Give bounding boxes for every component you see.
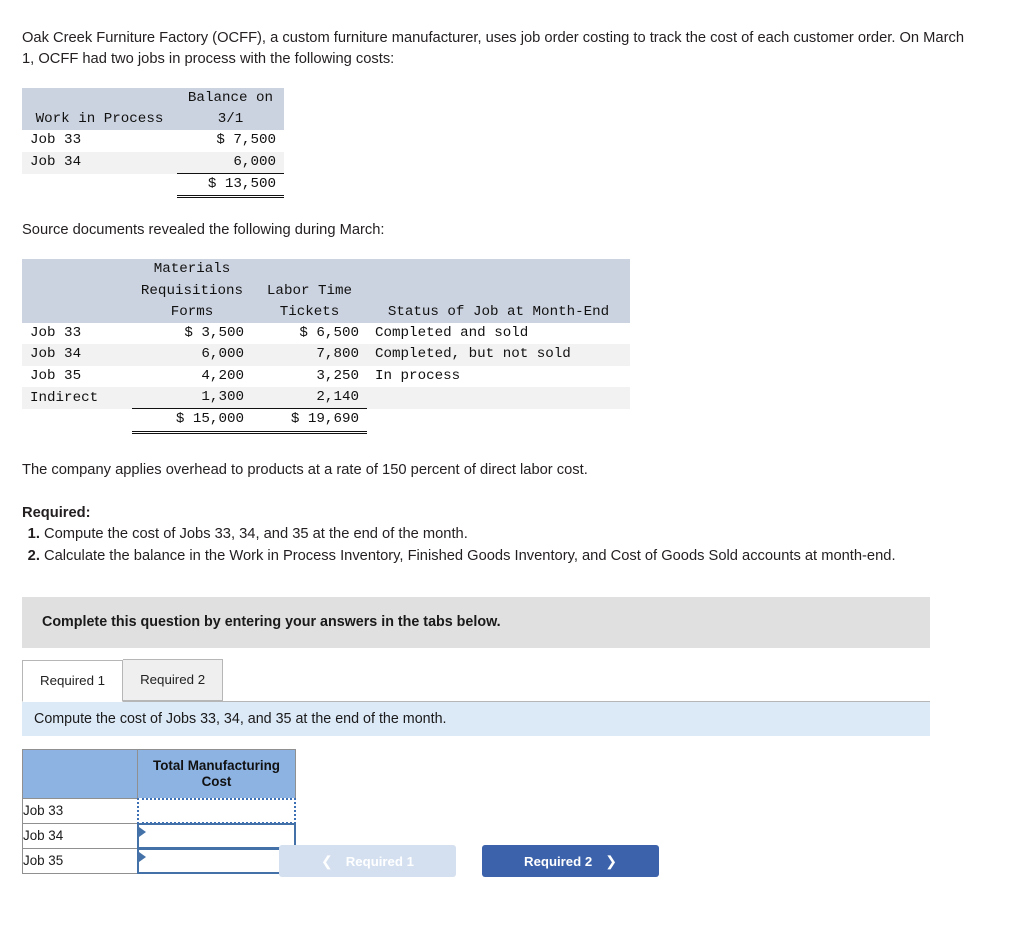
source-header-blank-3	[22, 301, 132, 324]
requirement-navigation: ❮ Required 1 Required 2 ❯	[279, 845, 659, 877]
table-row: Job 33 $ 3,500 $ 6,500 Completed and sol…	[22, 323, 630, 344]
tab-required-1[interactable]: Required 1	[22, 659, 124, 702]
tab-required-2-label: Required 2	[140, 672, 206, 688]
table-row: Indirect 1,300 2,140	[22, 387, 630, 409]
source-total-blank	[22, 409, 132, 432]
wip-row-balance: 6,000	[177, 151, 284, 174]
source-header-status-line2	[367, 280, 630, 302]
source-header-status-line1	[367, 259, 630, 281]
answer-cell-job-34[interactable]	[137, 822, 296, 849]
required-item-2: Calculate the balance in the Work in Pro…	[44, 546, 954, 567]
source-header-status-line3: Status of Job at Month-End	[367, 301, 630, 324]
source-row-labor: 3,250	[316, 367, 359, 384]
wip-header-balance-line1: Balance on	[177, 87, 284, 110]
wip-header-row-1: Balance on	[22, 87, 284, 110]
source-row-status: Completed and sold	[375, 325, 529, 342]
answer-table: Total Manufacturing Cost Job 33 Job 34 J…	[22, 748, 296, 874]
source-row-label: Job 33	[30, 325, 82, 342]
source-header-row-2: Requisitions Labor Time	[22, 280, 630, 302]
source-row-labor: 7,800	[252, 344, 367, 366]
work-in-process-table: Balance on Work in Process 3/1 Job 33 $ …	[22, 87, 284, 199]
answer-header-total-manufacturing-cost: Total Manufacturing Cost	[137, 748, 296, 799]
table-row: Job 35 4,200 3,250 In process	[22, 366, 630, 387]
source-row-label: Job 35	[30, 367, 82, 384]
wip-total-blank	[22, 174, 177, 197]
source-header-row-3: Forms Tickets Status of Job at Month-End	[22, 301, 630, 324]
source-row-labor: 2,140	[252, 387, 367, 409]
source-row-status	[367, 387, 630, 409]
source-header-materials-line1: Materials	[132, 259, 252, 281]
source-row-status: In process	[375, 367, 461, 384]
answer-header-blank	[22, 748, 138, 799]
source-row-materials: $ 3,500	[184, 325, 244, 342]
source-header-blank-2	[22, 280, 132, 302]
prev-button-label: Required 1	[345, 853, 414, 869]
source-documents-table: Materials Requisitions Labor Time Forms …	[22, 259, 630, 434]
next-required-2-button[interactable]: Required 2 ❯	[482, 845, 659, 877]
next-button-label: Required 2	[524, 853, 593, 869]
source-row-label: Job 34	[22, 344, 132, 366]
chevron-right-icon: ❯	[605, 852, 617, 869]
source-row-label: Indirect	[22, 387, 132, 409]
wip-total-value: $ 13,500	[177, 172, 284, 199]
source-row-labor: $ 6,500	[299, 325, 359, 342]
answer-input-job-34[interactable]	[137, 822, 296, 849]
tab-required-1-label: Required 1	[40, 673, 106, 689]
source-total-materials: $ 15,000	[132, 408, 252, 434]
source-header-labor-line1	[252, 259, 367, 281]
intro-paragraph-2: Source documents revealed the following …	[22, 222, 385, 239]
answer-input-job-35[interactable]	[137, 847, 296, 874]
intro-paragraph-1: Oak Creek Furniture Factory (OCFF), a cu…	[22, 30, 964, 67]
answer-input-job-33[interactable]	[137, 797, 296, 824]
complete-question-banner: Complete this question by entering your …	[22, 596, 930, 648]
wip-header-work-in-process: Work in Process	[22, 109, 177, 131]
question-page: Oak Creek Furniture Factory (OCFF), a cu…	[0, 0, 1024, 874]
answer-row-label-job-33: Job 33	[22, 797, 138, 824]
answer-cell-job-35[interactable]	[137, 847, 296, 874]
wip-row-label: Job 34	[22, 151, 177, 174]
source-total-labor: $ 19,690	[252, 408, 367, 434]
answer-row-label-job-34: Job 34	[22, 822, 138, 849]
answer-cell-job-33[interactable]	[137, 797, 296, 824]
required-list: Compute the cost of Jobs 33, 34, and 35 …	[22, 524, 1002, 567]
cell-marker-triangle-icon	[139, 826, 146, 837]
wip-row-label: Job 33	[30, 132, 82, 149]
chevron-left-icon: ❮	[321, 852, 333, 869]
source-row-status: Completed, but not sold	[367, 344, 630, 366]
tab-strip: Required 1 Required 2	[22, 658, 930, 702]
table-row: Job 34 6,000 7,800 Completed, but not so…	[22, 344, 630, 366]
source-row-materials: 1,300	[132, 387, 252, 409]
wip-row-balance: $ 7,500	[216, 132, 276, 149]
tab-required-2[interactable]: Required 2	[123, 658, 224, 701]
source-row-materials: 6,000	[132, 344, 252, 366]
answer-row-label-job-35: Job 35	[22, 847, 138, 874]
required-heading: Required:	[22, 504, 91, 521]
table-row: Job 34 6,000	[22, 151, 284, 174]
source-total-status	[367, 409, 630, 432]
wip-header-blank-1	[22, 87, 177, 110]
source-header-labor-line3: Tickets	[252, 301, 367, 324]
cell-marker-triangle-icon	[139, 851, 146, 862]
answer-header-row: Total Manufacturing Cost	[22, 748, 296, 799]
table-row: Job 33	[22, 797, 296, 824]
wip-total-row: $ 13,500	[22, 172, 284, 199]
required-item-1: Compute the cost of Jobs 33, 34, and 35 …	[44, 524, 954, 545]
source-header-labor-line2: Labor Time	[252, 280, 367, 302]
source-header-row-1: Materials	[22, 259, 630, 281]
source-header-blank-1	[22, 259, 132, 281]
source-total-row: $ 15,000 $ 19,690	[22, 408, 630, 434]
source-header-materials-line3: Forms	[132, 301, 252, 324]
prev-required-1-button[interactable]: ❮ Required 1	[279, 845, 456, 877]
table-row: Job 35	[22, 847, 296, 874]
wip-header-balance-line2: 3/1	[177, 109, 284, 131]
table-row: Job 33 $ 7,500	[22, 130, 284, 151]
wip-header-row-2: Work in Process 3/1	[22, 109, 284, 131]
table-row: Job 34	[22, 822, 296, 849]
source-row-materials: 4,200	[201, 367, 244, 384]
overhead-rate-paragraph: The company applies overhead to products…	[22, 461, 588, 478]
source-header-materials-line2: Requisitions	[132, 280, 252, 302]
requirement-instruction-banner: Compute the cost of Jobs 33, 34, and 35 …	[22, 701, 930, 736]
